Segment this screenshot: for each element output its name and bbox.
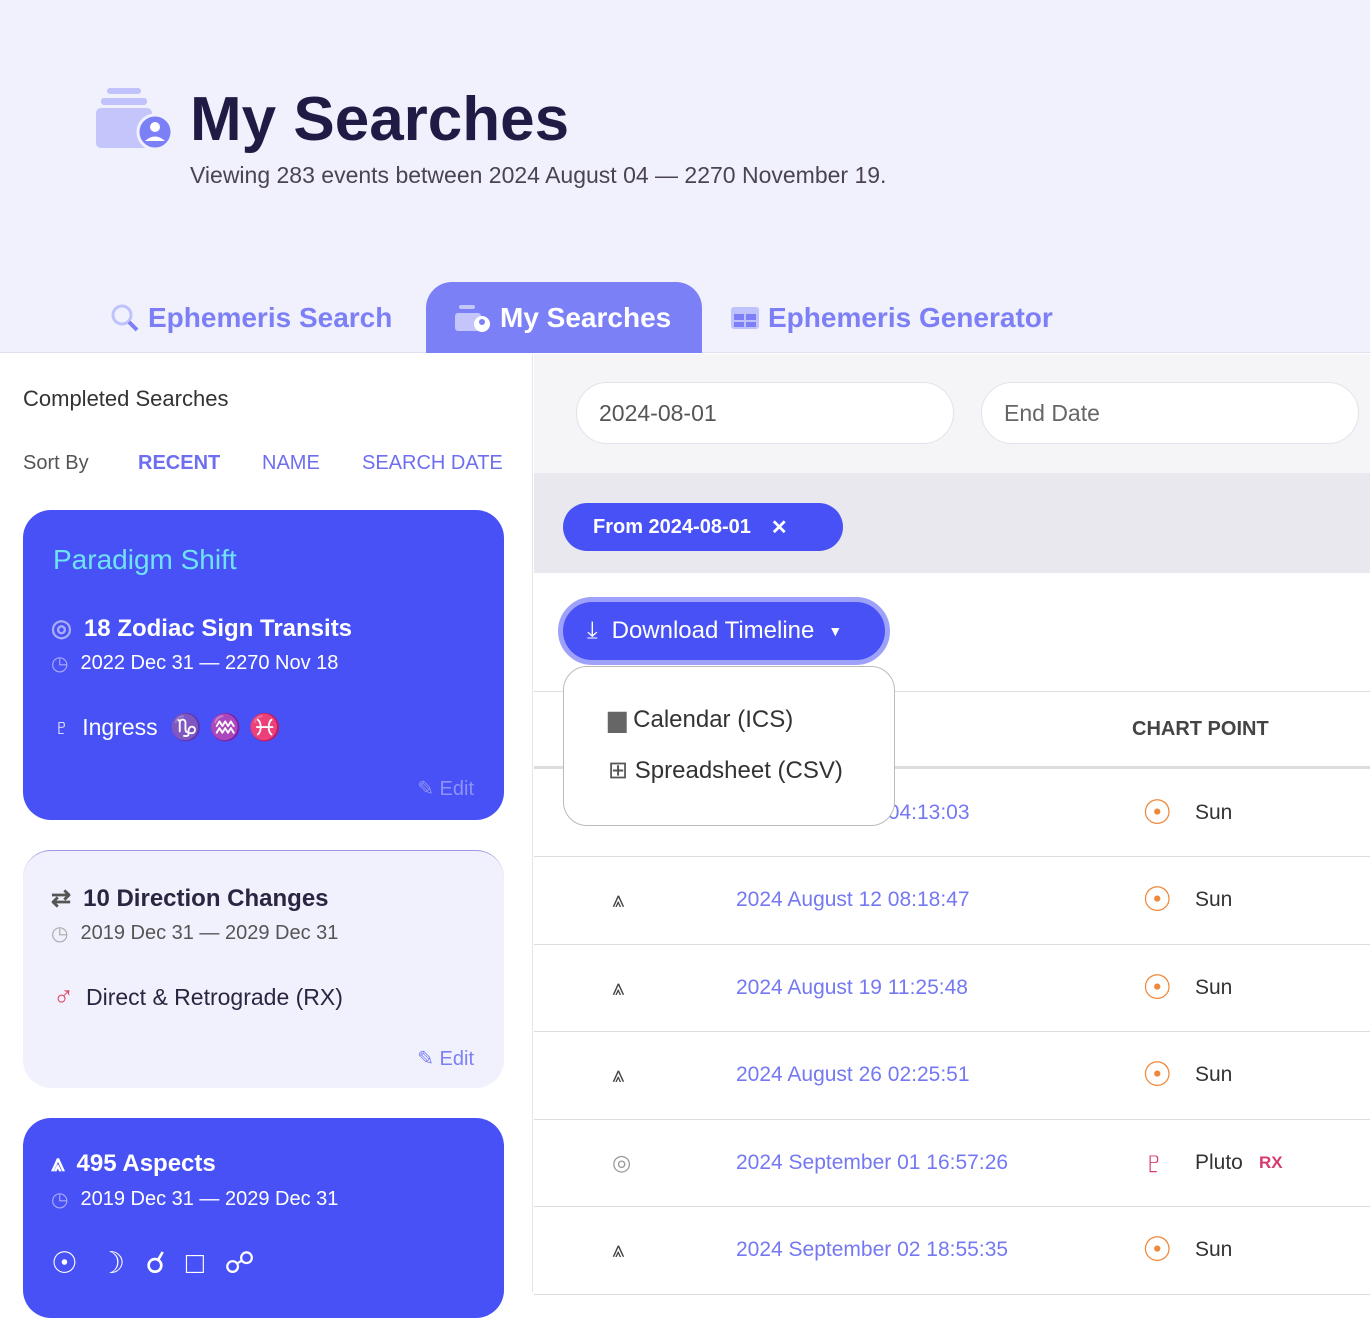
card-title: 10 Direction Changes bbox=[83, 884, 329, 912]
chart-point-name: Sun bbox=[1195, 800, 1233, 824]
event-date[interactable]: 2024 August 12 08:18:47 bbox=[736, 888, 970, 912]
mars-icon: ♂ bbox=[53, 981, 74, 1012]
download-label: Download Timeline bbox=[611, 617, 815, 644]
edit-button[interactable]: ✎ Edit bbox=[417, 1046, 474, 1071]
search-icon bbox=[111, 304, 139, 331]
close-icon[interactable]: ✕ bbox=[771, 515, 788, 540]
table-icon bbox=[731, 306, 759, 329]
compass-icon: ⩓ bbox=[612, 887, 625, 912]
menu-item-spreadsheet[interactable]: ⊞ Spreadsheet (CSV) bbox=[608, 756, 843, 785]
page-subtitle: Viewing 283 events between 2024 August 0… bbox=[190, 162, 887, 188]
filter-chip[interactable]: From 2024-08-01 ✕ bbox=[563, 503, 843, 551]
end-date-input[interactable]: End Date bbox=[981, 382, 1359, 444]
sort-label: Sort By bbox=[23, 452, 89, 474]
event-date[interactable]: 2024 September 02 18:55:35 bbox=[736, 1238, 1008, 1262]
table-row[interactable]: ⩓ 2024 August 26 02:25:51 ☉ Sun bbox=[534, 1032, 1370, 1120]
menu-label: Spreadsheet (CSV) bbox=[634, 757, 843, 784]
compass-icon: ⩓ bbox=[612, 1237, 625, 1262]
card-title: 18 Zodiac Sign Transits bbox=[83, 614, 353, 642]
table-row[interactable]: ◎ 2024 September 01 16:57:26 ♇ Pluto RX bbox=[534, 1119, 1370, 1207]
folder-user-icon bbox=[455, 304, 490, 332]
event-date[interactable]: 2024 August 19 11:25:48 bbox=[736, 976, 968, 1000]
orbit-icon: ◎ bbox=[51, 615, 72, 642]
sort-recent[interactable]: RECENT bbox=[138, 452, 220, 475]
sun-icon: ☉ bbox=[1142, 881, 1173, 919]
chart-point-name: Sun bbox=[1195, 1238, 1233, 1261]
search-card[interactable]: ⇄ 10 Direction Changes ◷ 2019 Dec 31 — 202… bbox=[23, 850, 504, 1088]
card-dates: 2019 Dec 31 — 2029 Dec 31 bbox=[80, 922, 339, 944]
tab-label: Ephemeris Generator bbox=[768, 301, 1053, 333]
card-dates: 2019 Dec 31 — 2029 Dec 31 bbox=[80, 1188, 339, 1210]
folder-user-icon bbox=[96, 88, 174, 151]
sun-icon: ☉ bbox=[1142, 1056, 1173, 1094]
tab-ephemeris-generator[interactable]: Ephemeris Generator bbox=[702, 282, 1081, 353]
table-row[interactable]: ⩓ 2024 September 02 18:55:35 ☉ Sun bbox=[534, 1207, 1370, 1295]
chart-point-name: Pluto bbox=[1195, 1150, 1243, 1174]
card-dates: 2022 Dec 31 — 2270 Nov 18 bbox=[80, 652, 339, 674]
calendar-icon: ▆ bbox=[608, 706, 627, 733]
menu-item-calendar[interactable]: ▆ Calendar (ICS) bbox=[608, 705, 793, 734]
aspect-glyphs: ☉ ☽ ☌ □ ☍ bbox=[51, 1247, 261, 1280]
page-header: My Searches Viewing 283 events between 2… bbox=[0, 0, 1370, 353]
sun-icon: ☉ bbox=[1142, 793, 1173, 832]
caret-down-icon: ▼ bbox=[828, 623, 843, 639]
edit-label: Edit bbox=[439, 1048, 474, 1070]
table-row[interactable]: ⩓ 2024 August 19 11:25:48 ☉ Sun bbox=[534, 944, 1370, 1032]
tab-label: My Searches bbox=[500, 301, 672, 333]
zodiac-glyphs: ♑ ♒ ♓ bbox=[169, 712, 282, 742]
chart-point-name: Sun bbox=[1195, 888, 1233, 911]
edit-label: Edit bbox=[439, 778, 474, 800]
sun-icon: ☉ bbox=[1142, 968, 1173, 1007]
edit-button[interactable]: ✎ Edit bbox=[417, 776, 474, 801]
chart-point-name: Sun bbox=[1195, 975, 1233, 999]
timer-icon: ◷ bbox=[51, 1189, 69, 1211]
download-timeline-button[interactable]: ⤓ Download Timeline ▼ bbox=[558, 597, 890, 665]
event-date[interactable]: 2024 September 01 16:57:26 bbox=[736, 1151, 1008, 1175]
pluto-icon: ♇ bbox=[1142, 1144, 1166, 1180]
search-card[interactable]: Paradigm Shift ◎ 18 Zodiac Sign Transits … bbox=[23, 510, 504, 820]
event-date[interactable]: 2024 August 26 02:25:51 bbox=[736, 1063, 970, 1087]
card-detail: Direct & Retrograde (RX) bbox=[86, 983, 343, 1010]
table-icon: ⊞ bbox=[608, 757, 629, 784]
timer-icon: ◷ bbox=[51, 653, 69, 675]
start-date-input[interactable]: 2024-08-01 bbox=[576, 382, 954, 444]
download-icon: ⤓ bbox=[587, 617, 598, 644]
orbit-icon: ◎ bbox=[612, 1149, 632, 1175]
retrograde-badge: RX bbox=[1259, 1152, 1283, 1172]
sort-name[interactable]: NAME bbox=[262, 452, 320, 475]
tab-my-searches[interactable]: My Searches bbox=[426, 282, 702, 353]
tab-ephemeris-search[interactable]: Ephemeris Search bbox=[82, 282, 420, 353]
chip-label: From 2024-08-01 bbox=[593, 515, 751, 538]
table-row[interactable]: ⩓ 2024 August 12 08:18:47 ☉ Sun bbox=[534, 857, 1370, 945]
compass-icon: ⩓ bbox=[612, 974, 625, 1000]
search-card[interactable]: ⩓ 495 Aspects ◷ 2019 Dec 31 — 2029 Dec 31 … bbox=[23, 1118, 504, 1318]
card-detail: Ingress bbox=[82, 714, 158, 740]
repeat-icon: ⇄ bbox=[51, 885, 72, 912]
sun-icon: ☉ bbox=[1142, 1231, 1173, 1269]
page-title: My Searches bbox=[190, 85, 570, 154]
card-name: Paradigm Shift bbox=[53, 544, 237, 575]
menu-label: Calendar (ICS) bbox=[633, 706, 794, 733]
tab-label: Ephemeris Search bbox=[148, 301, 393, 333]
compass-icon: ⩓ bbox=[51, 1150, 65, 1177]
sidebar-heading: Completed Searches bbox=[23, 386, 229, 411]
timer-icon: ◷ bbox=[51, 923, 69, 945]
chart-point-name: Sun bbox=[1195, 1063, 1233, 1086]
column-chart-point: CHART POINT bbox=[1132, 718, 1269, 740]
card-title: 495 Aspects bbox=[76, 1150, 216, 1177]
sort-search-date[interactable]: SEARCH DATE bbox=[362, 452, 503, 475]
compass-icon: ⩓ bbox=[612, 1062, 625, 1087]
pluto-icon: ♇ bbox=[53, 714, 71, 740]
download-menu: ▆ Calendar (ICS) ⊞ Spreadsheet (CSV) bbox=[563, 666, 895, 826]
